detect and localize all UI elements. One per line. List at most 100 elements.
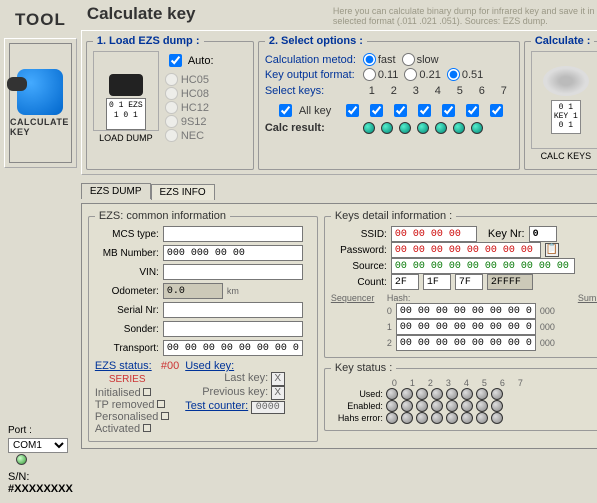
result-led-5 <box>435 122 447 134</box>
top-panel: 1. Load EZS dump : 0 1 EZS 1 0 1 LOAD DU… <box>81 30 597 175</box>
count-a-input[interactable] <box>391 274 419 290</box>
tab-body: EZS: common information MCS type: MB Num… <box>81 203 597 449</box>
key6-checkbox[interactable] <box>466 104 479 117</box>
allkey-checkbox[interactable] <box>279 104 292 117</box>
key7-checkbox[interactable] <box>490 104 503 117</box>
odometer-input[interactable] <box>163 283 223 299</box>
transport-label: Transport: <box>95 343 159 354</box>
keynr-label: Key Nr: <box>488 228 525 240</box>
initialised-flag <box>143 388 151 396</box>
mcu-9s12-radio[interactable] <box>165 115 178 128</box>
password-input[interactable] <box>391 242 541 258</box>
ezs-common-group: EZS: common information MCS type: MB Num… <box>88 210 318 442</box>
used-key-link[interactable]: Used key: <box>185 360 234 372</box>
calc-keys-label: CALC KEYS <box>531 151 597 161</box>
mcu-hc05-radio[interactable] <box>165 73 178 86</box>
ezs-status-link[interactable]: EZS status: <box>95 360 152 372</box>
count-b-input[interactable] <box>423 274 451 290</box>
key-status-legend: Key status : <box>331 362 396 374</box>
key-sheet-icon: 0 1 KEY 1 0 1 <box>551 100 581 134</box>
used-label: Used: <box>331 389 383 399</box>
result-led-3 <box>399 122 411 134</box>
sum-link[interactable]: Sum: <box>578 293 597 303</box>
key1-checkbox[interactable] <box>346 104 359 117</box>
sequencer-link[interactable]: Sequencer <box>331 293 381 351</box>
hash1-input[interactable] <box>396 319 536 335</box>
key5-checkbox[interactable] <box>442 104 455 117</box>
source-label: Source: <box>331 261 387 272</box>
camera-icon <box>109 74 143 96</box>
last-key-box: X <box>271 372 285 386</box>
tpremoved-flag <box>157 400 165 408</box>
serial-input[interactable] <box>163 302 303 318</box>
port-label: Port : <box>8 425 73 436</box>
mcu-hc08-radio[interactable] <box>165 87 178 100</box>
odo-unit: km <box>227 286 239 296</box>
sonder-label: Sonder: <box>95 324 159 335</box>
source-input[interactable] <box>391 258 575 274</box>
method-fast-radio[interactable] <box>363 53 376 66</box>
auto-label: Auto: <box>188 55 214 67</box>
load-dump-button[interactable]: 0 1 EZS 1 0 1 <box>93 51 159 131</box>
result-led-1 <box>363 122 375 134</box>
hash-label: Hash: <box>387 293 411 303</box>
count-c-input[interactable] <box>455 274 483 290</box>
port-led-icon <box>16 454 27 465</box>
load-dump-group: 1. Load EZS dump : 0 1 EZS 1 0 1 LOAD DU… <box>86 35 254 170</box>
fmt-051-radio[interactable] <box>447 68 460 81</box>
serial-label: Serial Nr: <box>95 305 159 316</box>
method-label: Calculation metod: <box>265 54 357 66</box>
key3-checkbox[interactable] <box>394 104 407 117</box>
result-led-2 <box>381 122 393 134</box>
mcs-type-input[interactable] <box>163 226 303 242</box>
ssid-label: SSID: <box>331 229 387 240</box>
key4-checkbox[interactable] <box>418 104 431 117</box>
mcu-nec-radio[interactable] <box>165 129 178 142</box>
method-slow-radio[interactable] <box>402 53 415 66</box>
port-area: Port : COM1 S/N: #XXXXXXXX <box>4 421 77 499</box>
calc-keys-button[interactable]: 0 1 KEY 1 0 1 <box>531 51 597 149</box>
hash0-input[interactable] <box>396 303 536 319</box>
key2-checkbox[interactable] <box>370 104 383 117</box>
fingerprint-icon <box>543 66 589 96</box>
mcu-hc12-radio[interactable] <box>165 101 178 114</box>
count-d-input[interactable] <box>487 274 533 290</box>
password-label: Password: <box>331 245 387 256</box>
port-select[interactable]: COM1 <box>8 438 68 453</box>
result-led-6 <box>453 122 465 134</box>
copy-password-button[interactable]: 📋 <box>545 243 559 257</box>
fmt-021-radio[interactable] <box>404 68 417 81</box>
enabled-label: Enabled: <box>331 401 383 411</box>
keynr-input[interactable] <box>529 226 557 242</box>
tool-panel: CALCULATE KEY <box>4 38 77 168</box>
key-status-header: 01234567 <box>387 378 597 388</box>
tab-ezs-info[interactable]: EZS INFO <box>151 184 215 200</box>
result-led-7 <box>471 122 483 134</box>
dump-sheet-icon: 0 1 EZS 1 0 1 <box>106 98 146 130</box>
tool-title: TOOL <box>4 4 77 32</box>
test-counter-link[interactable]: Test counter: <box>185 400 248 412</box>
mb-number-input[interactable] <box>163 245 303 261</box>
result-led-4 <box>417 122 429 134</box>
auto-checkbox[interactable] <box>169 54 182 67</box>
odo-label: Odometer: <box>95 286 159 297</box>
vin-input[interactable] <box>163 264 303 280</box>
vin-label: VIN: <box>95 267 159 278</box>
ezs-status-value: #00 <box>161 360 179 372</box>
mcs-label: MCS type: <box>95 229 159 240</box>
keys-detail-legend: Keys detail information : <box>331 210 456 222</box>
mb-label: MB Number: <box>95 248 159 259</box>
series-label: SERIES <box>109 374 179 385</box>
activated-flag <box>143 424 151 432</box>
fmt-011-radio[interactable] <box>363 68 376 81</box>
hash2-input[interactable] <box>396 335 536 351</box>
sonder-input[interactable] <box>163 321 303 337</box>
tab-ezs-dump[interactable]: EZS DUMP <box>81 183 151 199</box>
load-dump-label: LOAD DUMP <box>93 133 159 143</box>
transport-input[interactable] <box>163 340 303 356</box>
format-label: Key output format: <box>265 69 357 81</box>
calculate-key-button[interactable]: CALCULATE KEY <box>9 43 72 163</box>
mcu-radios: HC05 HC08 HC12 9S12 NEC <box>165 73 214 142</box>
serial-number: S/N: #XXXXXXXX <box>8 471 73 495</box>
ssid-input[interactable] <box>391 226 477 242</box>
